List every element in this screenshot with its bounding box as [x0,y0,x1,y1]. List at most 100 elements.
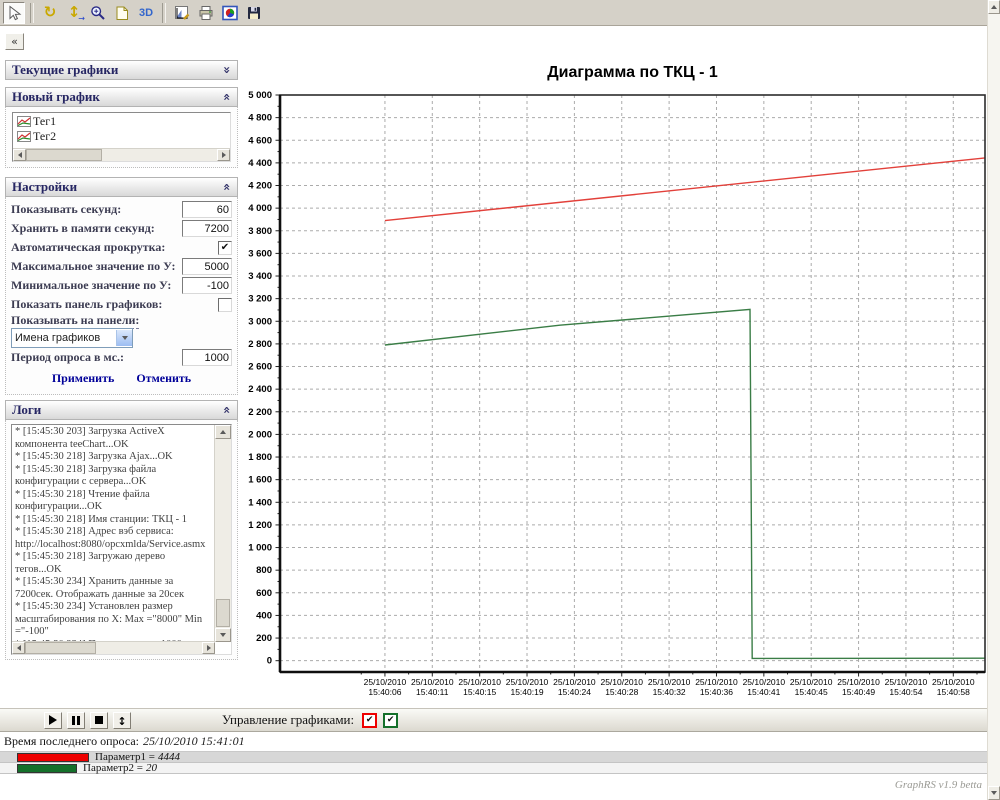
printer-icon [198,5,214,21]
scrollbar-thumb[interactable] [216,599,230,627]
show-seconds-input[interactable] [182,201,232,218]
cancel-link[interactable]: Отменить [136,371,191,386]
sidebar: Текущие графики » Новый график « Тег1 Те… [5,60,238,660]
series1-visibility-checkbox[interactable] [362,713,377,728]
stop-icon [95,716,103,724]
chevron-down-icon: » [220,66,234,74]
log-vscrollbar[interactable] [214,425,231,642]
apply-link[interactable]: Применить [52,371,115,386]
zoom-tool-button[interactable] [87,2,109,24]
svg-text:25/10/201015:40:28: 25/10/201015:40:28 [600,677,643,697]
poll-period-label: Период опроса в мс.: [11,350,124,365]
last-poll-label: Время последнего опроса: [4,734,139,749]
svg-text:25/10/201015:40:54: 25/10/201015:40:54 [885,677,928,697]
print-button[interactable] [195,2,217,24]
panel-settings-header[interactable]: Настройки « [5,177,238,197]
svg-text:4 200: 4 200 [248,181,272,192]
chart-plot[interactable]: 5 0004 8004 6004 4004 2004 0003 8003 600… [240,88,1000,706]
svg-text:1 400: 1 400 [248,497,272,508]
tag-label: Тег2 [33,129,56,144]
copy-page-button[interactable] [111,2,133,24]
export-image-button[interactable] [219,2,241,24]
autoscroll-checkbox[interactable] [218,241,232,255]
scroll-down-button[interactable] [215,628,231,642]
scrollbar-track[interactable] [26,149,217,161]
tag-list: Тег1 Тег2 [12,112,231,162]
tag-list-item[interactable]: Тег2 [17,129,230,143]
scrollbar-thumb[interactable] [25,642,96,654]
scroll-up-button[interactable] [988,0,1000,14]
refresh-button[interactable]: ↻ [39,2,61,24]
refresh-icon: ↻ [44,5,57,20]
svg-text:25/10/201015:40:49: 25/10/201015:40:49 [837,677,880,697]
svg-text:800: 800 [256,565,272,576]
panel-settings-title: Настройки [12,179,77,195]
svg-text:25/10/201015:40:06: 25/10/201015:40:06 [364,677,407,697]
series1-value: 4444 [158,751,180,763]
chevron-down-icon [122,336,128,340]
svg-text:25/10/201015:40:41: 25/10/201015:40:41 [743,677,786,697]
graphs-control-label: Управление графиками: [222,712,354,728]
app-version: GraphRS v1.9 betta [895,779,982,791]
store-seconds-input[interactable] [182,220,232,237]
page-icon [114,5,130,21]
svg-text:25/10/201015:40:19: 25/10/201015:40:19 [506,677,549,697]
pause-button[interactable] [67,712,85,729]
poll-period-input[interactable] [182,349,232,366]
scroll-right-button[interactable] [202,642,215,654]
ymin-input[interactable] [182,277,232,294]
autoscroll-label: Автоматическая прокрутка: [11,240,165,255]
series2-color-swatch [17,764,77,773]
scale-axes-button[interactable]: ↕→ [63,2,85,24]
cursor-icon [6,5,22,21]
store-seconds-label: Хранить в памяти секунд: [11,221,155,236]
cursor-tool-button[interactable] [3,2,25,24]
scroll-down-button[interactable] [988,786,1000,800]
scroll-left-button[interactable] [13,149,26,161]
svg-text:200: 200 [256,633,272,644]
magnifier-icon [90,5,106,21]
chevron-up-icon: « [220,406,234,414]
svg-text:2 200: 2 200 [248,407,272,418]
svg-text:4 400: 4 400 [248,158,272,169]
log-hscrollbar[interactable] [12,641,215,654]
play-button[interactable] [44,712,62,729]
ymin-label: Минимальное значение по У: [11,278,171,293]
show-panel-checkbox[interactable] [218,298,232,312]
svg-text:2 600: 2 600 [248,362,272,373]
legend-row: Параметр2 = 20 [0,763,1000,774]
svg-text:2 800: 2 800 [248,339,272,350]
page-vscrollbar[interactable] [987,0,1000,800]
pause-icon [72,716,80,725]
svg-text:25/10/201015:40:36: 25/10/201015:40:36 [695,677,738,697]
scroll-left-button[interactable] [12,642,25,654]
status-row: Время последнего опроса: 25/10/2010 15:4… [0,732,1000,752]
panel-mode-select[interactable]: Имена графиков [11,328,133,348]
edit-chart-button[interactable] [171,2,193,24]
3d-toggle-button[interactable]: 3D [135,2,157,24]
tag-list-hscrollbar[interactable] [13,148,230,161]
stop-button[interactable] [90,712,108,729]
series2-visibility-checkbox[interactable] [383,713,398,728]
scroll-right-button[interactable] [217,149,230,161]
log-box: * [15:45:30 203] Загрузка ActiveX компон… [11,424,232,655]
svg-text:3 600: 3 600 [248,248,272,259]
ymax-input[interactable] [182,258,232,275]
log-text: * [15:45:30 203] Загрузка ActiveX компон… [15,426,212,641]
panel-logs-body: * [15:45:30 203] Загрузка ActiveX компон… [5,420,238,660]
svg-text:600: 600 [256,588,272,599]
tag-list-item[interactable]: Тег1 [17,114,230,128]
panel-current-graphs-title: Текущие графики [12,62,118,78]
svg-text:1 800: 1 800 [248,452,272,463]
scroll-up-button[interactable] [215,425,231,439]
play-icon [49,715,57,725]
autoscale-button[interactable] [113,712,131,729]
panel-current-graphs-header[interactable]: Текущие графики » [5,60,238,80]
select-dropdown-button[interactable] [116,330,132,346]
panel-logs-header[interactable]: Логи « [5,400,238,420]
toolbar-separator [162,3,166,23]
sidebar-collapse-button[interactable]: « [5,33,24,50]
save-button[interactable] [243,2,265,24]
scrollbar-thumb[interactable] [26,149,102,161]
panel-new-graph-header[interactable]: Новый график « [5,87,238,107]
